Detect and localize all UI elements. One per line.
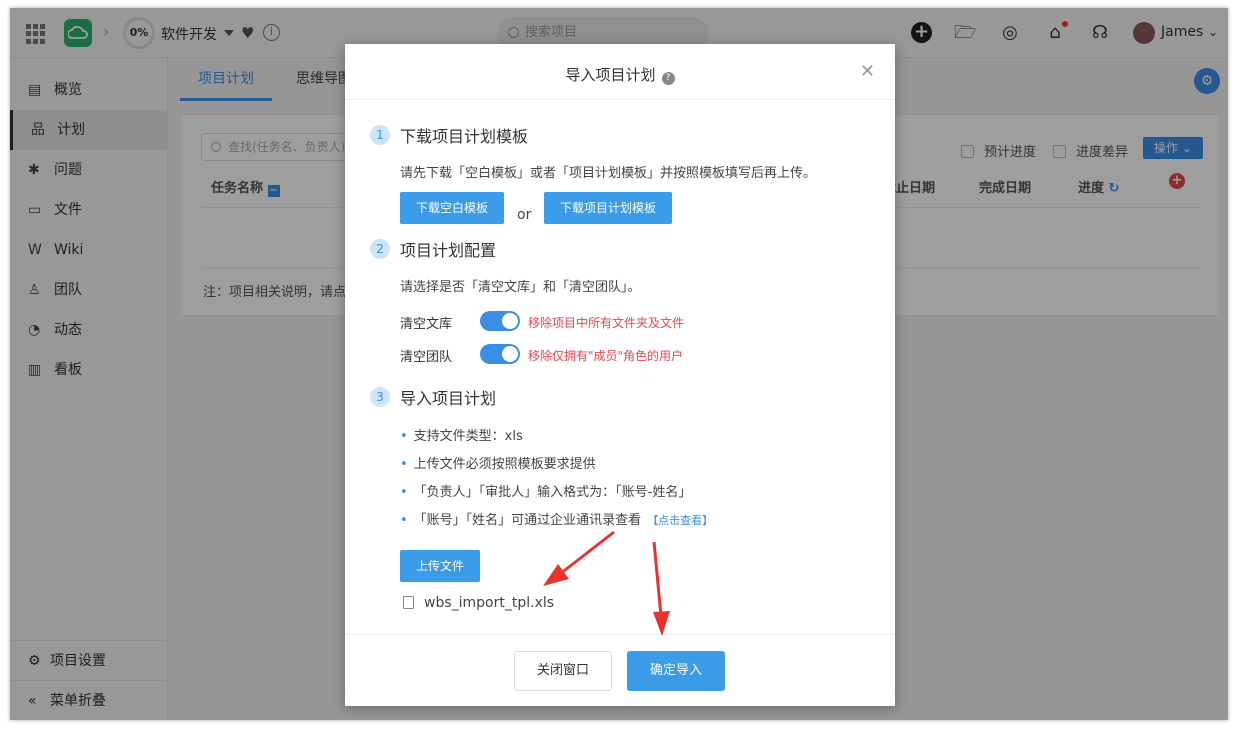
clear-library-toggle[interactable]	[480, 311, 520, 331]
upload-file-button[interactable]: 上传文件	[400, 550, 480, 582]
list-item-text: 「账号」「姓名」可通过企业通讯录查看	[413, 513, 642, 528]
step3-title: 导入项目计划	[400, 389, 497, 408]
step1-desc: 请先下载「空白模板」或者「项目计划模板」并按照模板填写后再上传。	[400, 166, 817, 181]
clear-team-toggle[interactable]	[480, 344, 520, 364]
list-item-text: 支持文件类型：xls	[413, 429, 523, 444]
step-number: 2	[370, 239, 390, 259]
clear-team-label: 清空团队	[400, 350, 453, 365]
clear-library-hint: 移除项目中所有文件夹及文件	[528, 316, 685, 330]
dialog-title: 导入项目计划?	[345, 64, 895, 85]
download-plan-template-button[interactable]: 下载项目计划模板	[544, 192, 672, 224]
download-blank-template-button[interactable]: 下载空白模板	[400, 192, 504, 224]
list-item: • 「账号」「姓名」可通过企业通讯录查看 【点击查看】	[400, 513, 714, 528]
close-icon[interactable]: ✕	[860, 61, 875, 82]
step1-title: 下载项目计划模板	[400, 127, 529, 146]
dialog-title-text: 导入项目计划	[565, 66, 656, 84]
uploaded-file-name[interactable]: wbs_import_tpl.xls	[424, 595, 554, 611]
dialog-footer: 关闭窗口 确定导入	[345, 634, 895, 706]
step2-title: 项目计划配置	[400, 241, 497, 260]
confirm-import-button[interactable]: 确定导入	[627, 651, 725, 691]
clear-library-label: 清空文库	[400, 317, 453, 332]
file-icon	[403, 596, 414, 609]
list-item-text: 上传文件必须按照模板要求提供	[413, 457, 596, 472]
help-icon[interactable]: ?	[661, 72, 675, 85]
or-text: or	[517, 207, 532, 223]
step-number: 1	[370, 125, 390, 145]
dialog-header: 导入项目计划? ✕	[345, 44, 895, 100]
list-item: • 支持文件类型：xls	[400, 429, 523, 444]
clear-team-hint: 移除仅拥有"成员"角色的用户	[528, 349, 684, 363]
step2-desc: 请选择是否「清空文库」和「清空团队」。	[400, 280, 641, 295]
close-dialog-button[interactable]: 关闭窗口	[514, 651, 612, 691]
app-window: › 0% 软件开发 ♥ i 搜索项目 + 🗁 ◎ ⌂ ☊ James ⌄ ▤ 概览…	[10, 8, 1228, 720]
import-plan-dialog: 导入项目计划? ✕ 1 下载项目计划模板 请先下载「空白模板」或者「项目计划模板…	[345, 44, 895, 706]
list-item: • 上传文件必须按照模板要求提供	[400, 457, 596, 472]
view-contacts-link[interactable]: 【点击查看】	[647, 514, 713, 527]
list-item: • 「负责人」「审批人」输入格式为：「账号-姓名」	[400, 485, 692, 500]
step-number: 3	[370, 387, 390, 407]
list-item-text: 「负责人」「审批人」输入格式为：「账号-姓名」	[413, 485, 692, 500]
